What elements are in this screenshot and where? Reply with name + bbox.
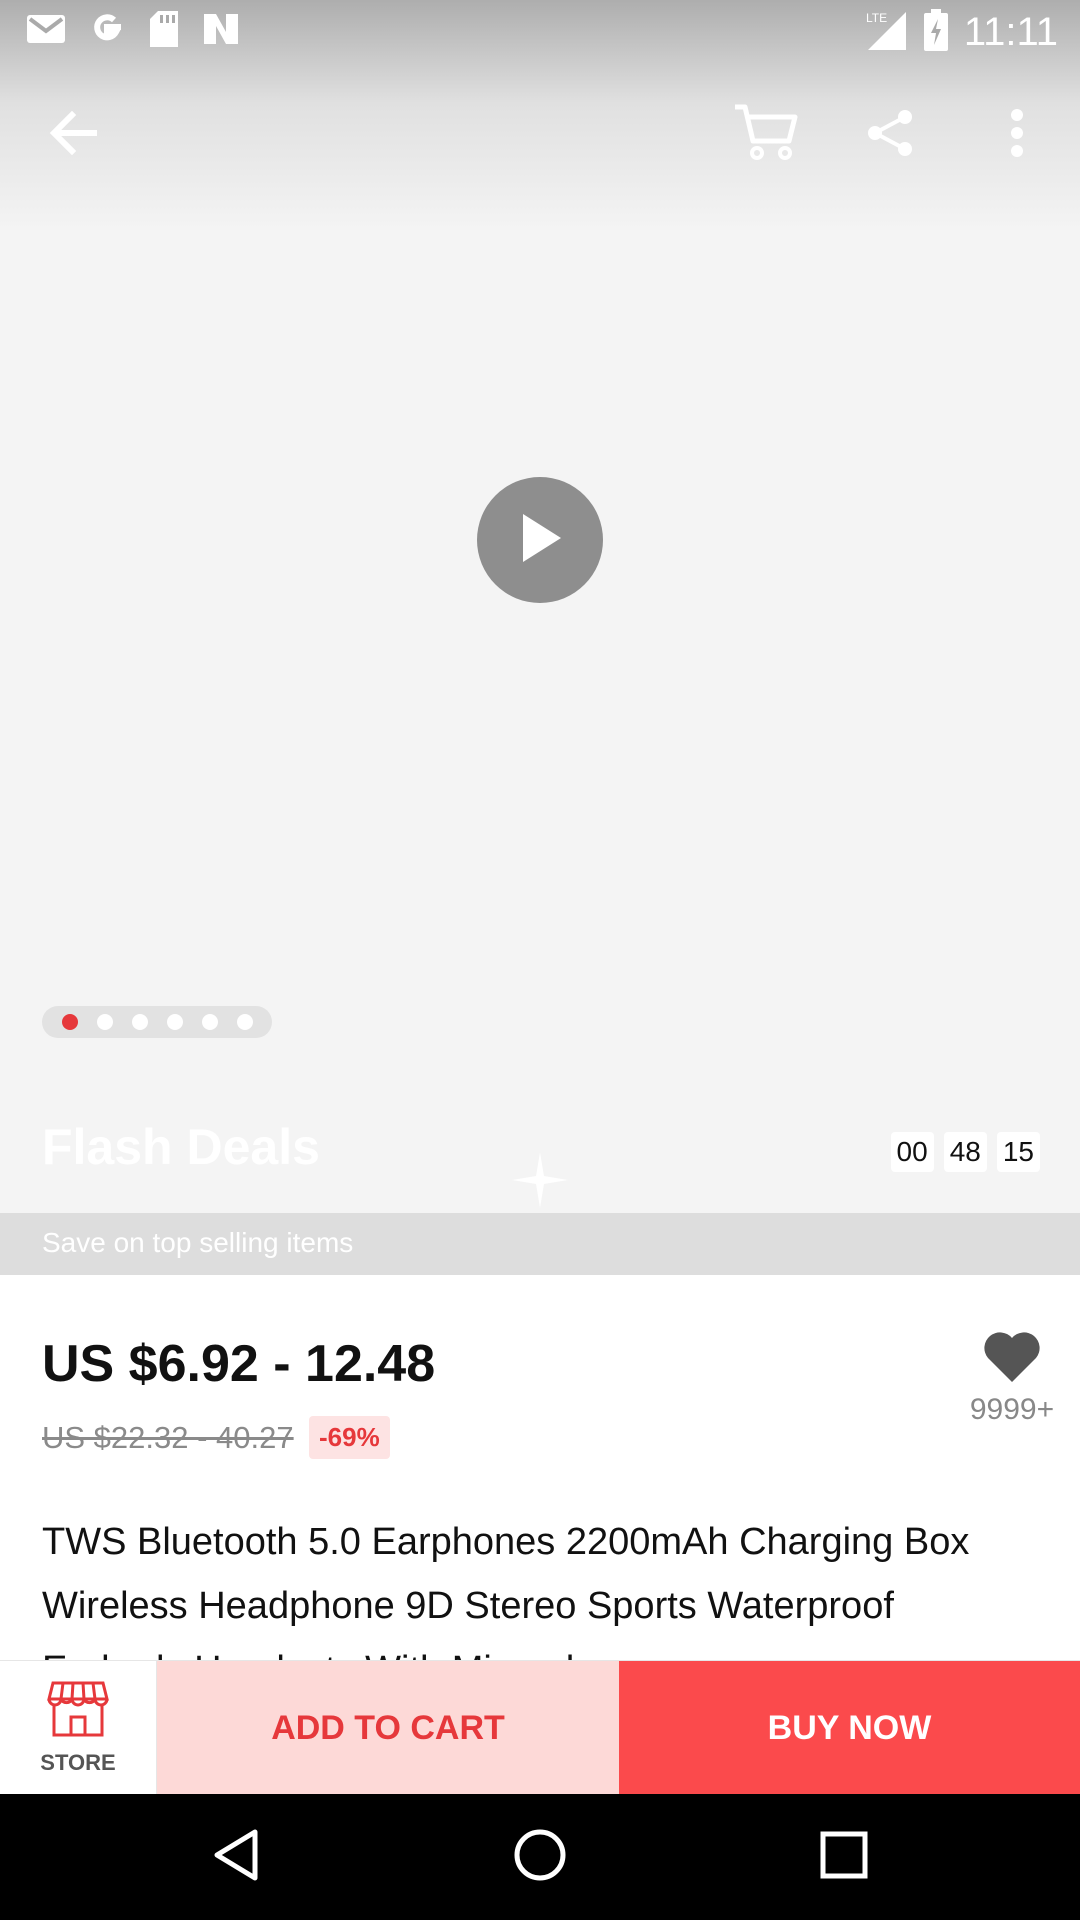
gmail-icon — [26, 13, 66, 50]
countdown-minutes: 48 — [943, 1132, 987, 1172]
action-bar: STORE ADD TO CART BUY NOW — [0, 1660, 1080, 1795]
google-icon — [88, 10, 126, 53]
countdown-hours: 00 — [890, 1132, 934, 1172]
nav-home-button[interactable] — [510, 1827, 570, 1887]
back-arrow-icon — [48, 110, 98, 160]
product-title: TWS Bluetooth 5.0 Earphones 2200mAh Char… — [42, 1521, 970, 1660]
nav-home-icon — [513, 1828, 567, 1887]
wishlist-count: 9999+ — [969, 1393, 1055, 1426]
app-bar — [0, 80, 1080, 190]
back-button[interactable] — [38, 100, 108, 170]
carousel-dot[interactable] — [131, 1014, 148, 1030]
battery-icon — [923, 9, 948, 56]
nav-recents-icon — [819, 1830, 869, 1885]
more-vert-icon — [1010, 108, 1024, 163]
product-media[interactable]: LTE 11:11 Flash Deals 00 48 15 Save on t… — [0, 0, 1080, 1275]
carousel-dot[interactable] — [166, 1014, 183, 1030]
system-status: LTE 11:11 — [864, 8, 1058, 57]
wishlist-button[interactable]: 9999+ — [962, 1330, 1062, 1427]
original-price: US $22.32 - 40.27 — [42, 1420, 294, 1455]
carousel-dot[interactable] — [61, 1014, 78, 1030]
flash-deals-title: Flash Deals — [42, 1119, 320, 1175]
status-time: 11:11 — [963, 10, 1058, 54]
share-button[interactable] — [855, 100, 925, 170]
flash-deals-banner[interactable]: Save on top selling items — [0, 1213, 1080, 1275]
cart-button[interactable] — [731, 100, 801, 170]
carousel-dot[interactable] — [236, 1014, 253, 1030]
svg-text:LTE: LTE — [866, 11, 887, 25]
add-to-cart-button[interactable]: ADD TO CART — [157, 1661, 619, 1795]
share-icon — [865, 108, 915, 163]
cart-icon — [733, 103, 799, 168]
store-icon — [47, 1681, 109, 1742]
nav-recents-button[interactable] — [814, 1827, 874, 1887]
system-nav-bar — [0, 1794, 1080, 1920]
heart-icon — [982, 1332, 1042, 1388]
play-icon — [515, 510, 565, 571]
sparkle-icon — [510, 1150, 570, 1215]
store-button[interactable]: STORE — [0, 1661, 157, 1795]
carousel-dot[interactable] — [96, 1014, 113, 1030]
flash-deals-subtitle: Save on top selling items — [42, 1227, 354, 1258]
buy-now-button[interactable]: BUY NOW — [619, 1661, 1080, 1795]
product-price: US $6.92 - 12.48 — [42, 1335, 436, 1393]
flash-countdown: 00 48 15 — [890, 1132, 1040, 1172]
more-button[interactable] — [982, 100, 1052, 170]
news-icon — [202, 12, 240, 51]
countdown-seconds: 15 — [996, 1132, 1040, 1172]
discount-badge: -69% — [309, 1416, 390, 1459]
notification-icons — [26, 10, 240, 53]
carousel-indicator — [42, 1006, 272, 1038]
store-label: STORE — [40, 1749, 116, 1775]
carousel-dot[interactable] — [201, 1014, 218, 1030]
play-video-button[interactable] — [477, 477, 603, 603]
nav-back-button[interactable] — [206, 1827, 266, 1887]
lte-signal-icon: LTE — [864, 8, 908, 57]
nav-back-icon — [211, 1828, 261, 1887]
sd-card-icon — [148, 10, 180, 53]
status-bar: LTE 11:11 — [0, 0, 1080, 64]
